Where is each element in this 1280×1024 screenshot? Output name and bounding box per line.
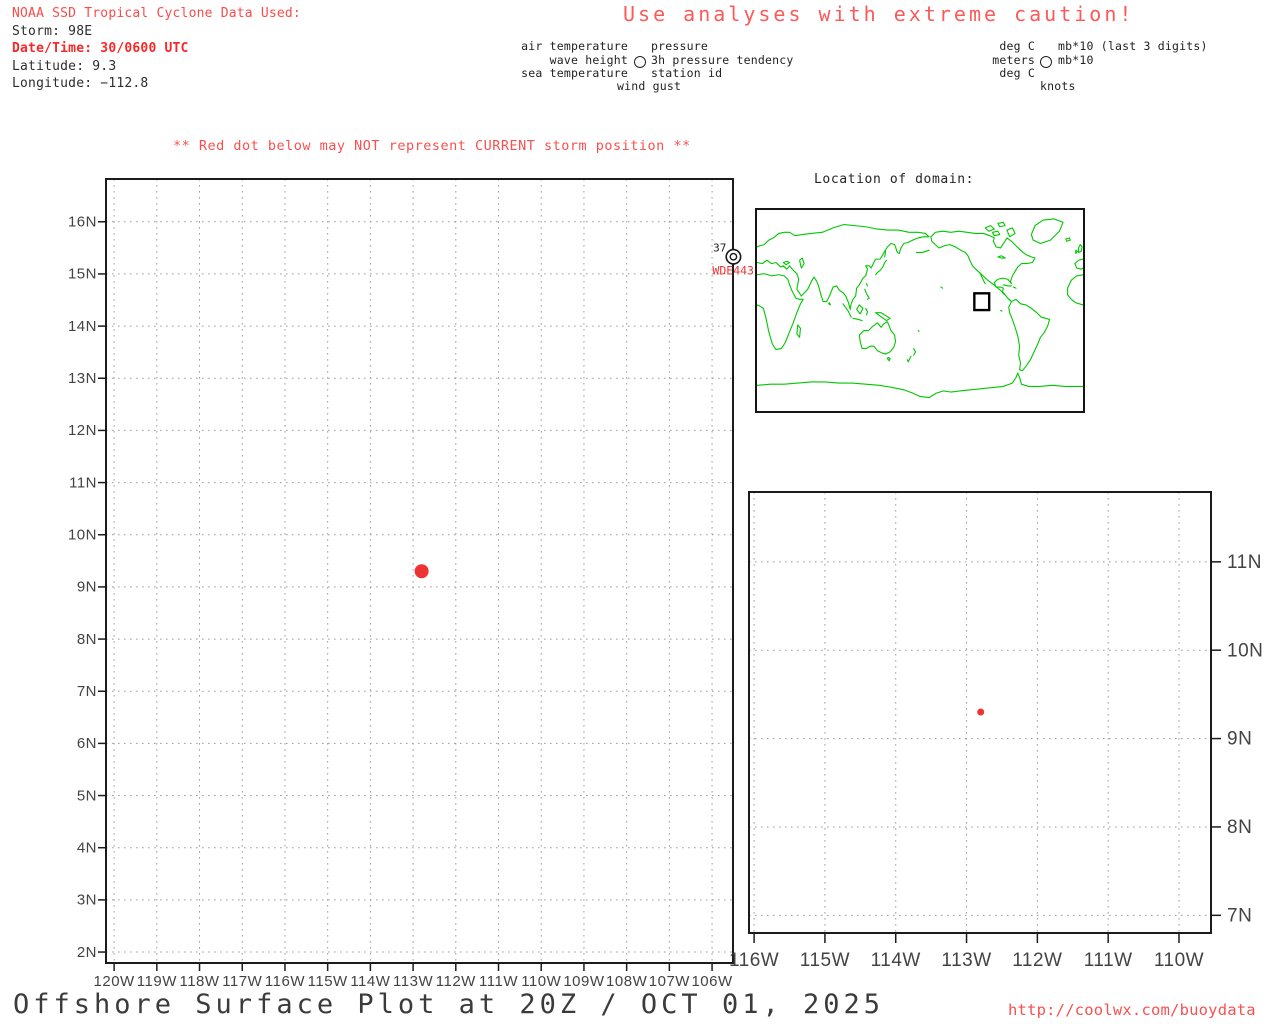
x-tick-label: 113W	[393, 973, 433, 990]
station-circle-icon	[634, 56, 646, 68]
y-tick-label: 7N	[77, 683, 97, 700]
y-tick-label: 9N	[77, 579, 97, 596]
station-id-label: WDE443	[712, 264, 754, 278]
y-tick-label: 12N	[68, 422, 97, 439]
storm-latitude-line: Latitude: 9.3	[12, 58, 117, 74]
storm-datetime-line: Date/Time: 30/0600 UTC	[12, 41, 189, 57]
x-tick-label: 117W	[222, 973, 262, 990]
coastlines	[757, 219, 1083, 398]
unit-deg-c-air: deg C	[999, 39, 1035, 53]
x-tick-label: 113W	[941, 950, 991, 971]
units-circle-icon	[1040, 56, 1052, 68]
y-tick-label: 8N	[77, 631, 97, 648]
x-tick-label: 110W	[1154, 950, 1204, 971]
x-tick-label: 112W	[436, 973, 476, 990]
station-air-temperature: 37	[713, 242, 726, 255]
ship-station-symbol	[725, 248, 742, 265]
y-tick-label: 4N	[77, 840, 97, 857]
x-tick-label: 106W	[691, 973, 733, 990]
x-tick-label: 112W	[1012, 950, 1062, 971]
y-tick-label: 7N	[1227, 905, 1252, 926]
offshore-surface-plot-page: { "page": { "storm_info": { "title": "NO…	[0, 0, 1280, 1024]
y-tick-label: 2N	[77, 944, 97, 961]
unit-meters: meters	[992, 52, 1035, 67]
y-tick-label: 5N	[77, 787, 97, 804]
x-tick-label: 111W	[1084, 950, 1133, 971]
plot-main-title: Offshore Surface Plot at 20Z / OCT 01, 2…	[13, 989, 884, 1020]
storm-position-warning: ** Red dot below may NOT represent CURRE…	[173, 138, 691, 154]
legend-pressure: pressure	[651, 39, 708, 53]
world-map-inset	[755, 208, 1085, 413]
y-tick-label: 13N	[68, 370, 97, 387]
station-legend-left-column: air temperature wave height sea temperat…	[460, 39, 628, 81]
unit-mb10-last3: mb*10 (last 3 digits)	[1058, 39, 1208, 53]
y-tick-label: 8N	[1227, 817, 1252, 838]
legend-sea-temperature: sea temperature	[521, 66, 628, 81]
y-tick-label: 16N	[68, 214, 97, 231]
caution-banner: Use analyses with extreme caution!	[623, 2, 1135, 26]
y-tick-label: 3N	[77, 892, 97, 909]
storm-longitude-line: Longitude: −112.8	[12, 76, 149, 92]
x-tick-label: 114W	[871, 950, 921, 971]
x-tick-label: 114W	[350, 973, 390, 990]
x-tick-label: 120W	[94, 973, 136, 990]
y-tick-label: 10N	[68, 527, 97, 544]
storm-data-source-line: NOAA SSD Tropical Cyclone Data Used:	[12, 6, 301, 21]
storm-info-block: NOAA SSD Tropical Cyclone Data Used: Sto…	[12, 5, 301, 93]
storm-id-line: Storm: 98E	[12, 23, 93, 39]
world-map	[757, 210, 1083, 411]
legend-pressure-tendency: 3h pressure tendency	[651, 52, 794, 67]
x-tick-label: 111W	[479, 973, 518, 990]
legend-wave-height: wave height	[549, 52, 628, 67]
zoom-plot: 116W 115W 114W 113W 112W 111W 110W 11N 10N 9N 8N 7N	[729, 491, 1263, 971]
units-legend-right-column: mb*10 (last 3 digits) mb*10	[1058, 39, 1208, 67]
x-tick-label: 109W	[563, 973, 605, 990]
x-tick-label: 116W	[265, 973, 305, 990]
x-tick-label: 108W	[606, 973, 648, 990]
storm-position-dot	[977, 708, 985, 716]
units-legend-left-column: deg C meters deg C	[935, 39, 1035, 81]
station-legend-right-column: pressure 3h pressure tendency station id	[651, 39, 794, 81]
y-tick-label: 6N	[77, 735, 97, 752]
x-tick-label: 115W	[800, 950, 850, 971]
domain-location-box	[974, 293, 989, 310]
storm-position-dot	[414, 564, 429, 579]
legend-wind-gust: wind gust	[617, 79, 682, 93]
y-tick-label: 14N	[68, 318, 97, 335]
x-tick-label: 107W	[649, 973, 691, 990]
x-tick-label: 110W	[521, 973, 561, 990]
legend-air-temperature: air temperature	[521, 39, 628, 53]
y-tick-label: 15N	[68, 266, 97, 283]
x-tick-label: 119W	[137, 973, 177, 990]
source-url-link[interactable]: http://coolwx.com/buoydata	[1008, 1001, 1256, 1019]
y-tick-label: 9N	[1227, 729, 1252, 750]
inset-map-title: Location of domain:	[814, 172, 975, 187]
main-plot: 120W 119W 118W 117W 116W 115W 114W 113W 112W 111W…	[68, 178, 754, 990]
x-tick-label: 115W	[308, 973, 348, 990]
unit-mb10: mb*10	[1058, 52, 1094, 67]
y-tick-label: 11N	[1227, 552, 1262, 573]
unit-deg-c-sea: deg C	[999, 66, 1035, 81]
y-tick-label: 10N	[1227, 640, 1263, 661]
y-tick-label: 11N	[69, 474, 97, 491]
x-tick-label: 118W	[179, 973, 219, 990]
x-tick-label: 116W	[729, 950, 779, 971]
unit-knots: knots	[1040, 79, 1076, 93]
